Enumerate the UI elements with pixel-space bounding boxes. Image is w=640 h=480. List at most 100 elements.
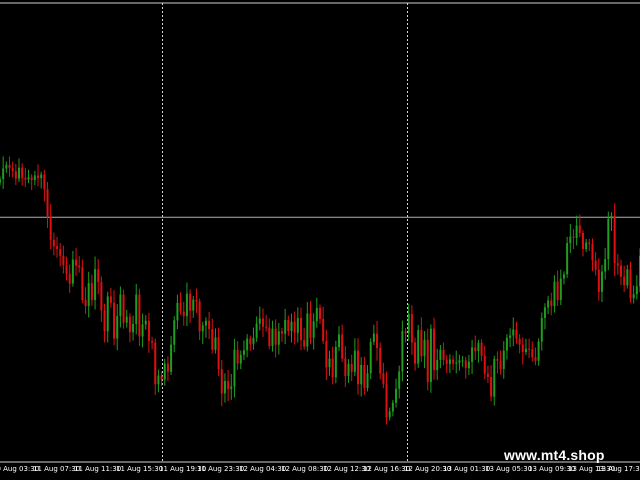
candle-bear xyxy=(52,239,55,247)
candle-bear xyxy=(166,363,169,372)
candle-bull xyxy=(600,271,603,292)
candle-bear xyxy=(37,175,40,179)
x-tick-label: 11 Aug 23:30 xyxy=(197,465,245,473)
candle-bear xyxy=(309,313,312,338)
candle-bear xyxy=(147,320,150,342)
candle-bull xyxy=(398,371,401,389)
candle-bear xyxy=(363,364,366,388)
candle-bull xyxy=(585,242,588,250)
candle-bull xyxy=(372,333,375,342)
candle-bear xyxy=(24,177,27,180)
candle-bear xyxy=(109,296,112,303)
candle-bear xyxy=(410,313,413,343)
candle-bull xyxy=(144,320,147,325)
candlestick-plot[interactable] xyxy=(0,0,640,480)
candle-bull xyxy=(252,337,255,344)
candle-bear xyxy=(376,333,379,348)
candle-bear xyxy=(56,246,59,250)
candle-bull xyxy=(119,294,122,317)
candle-bear xyxy=(629,269,632,299)
candle-bear xyxy=(445,359,448,365)
candle-bull xyxy=(157,375,160,385)
candle-bear xyxy=(556,281,559,301)
candle-bear xyxy=(189,293,192,311)
x-tick-label: 11 Aug 11:30 xyxy=(74,465,122,473)
candle-bull xyxy=(132,324,135,333)
candle-bull xyxy=(239,354,242,364)
candle-bull xyxy=(255,323,258,338)
candle-bear xyxy=(151,341,154,343)
candle-bull xyxy=(338,334,341,347)
price-chart[interactable]: 10 Aug 03:3011 Aug 07:3011 Aug 11:3011 A… xyxy=(0,0,640,480)
candle-bull xyxy=(315,307,318,322)
candle-bear xyxy=(426,339,429,382)
candle-bull xyxy=(192,299,195,311)
candle-bear xyxy=(464,360,467,369)
candle-bull xyxy=(170,344,173,372)
candle-bear xyxy=(572,236,575,238)
candle-bull xyxy=(116,316,119,339)
candle-bull xyxy=(290,321,293,331)
candle-bear xyxy=(122,294,125,323)
candle-bear xyxy=(483,355,486,374)
candle-bear xyxy=(78,265,81,268)
candle-bear xyxy=(268,327,271,347)
candle-bear xyxy=(490,376,493,397)
candle-bull xyxy=(448,359,451,365)
candle-bull xyxy=(27,177,30,180)
candle-bear xyxy=(65,265,68,274)
candle-bull xyxy=(632,294,635,299)
candle-bear xyxy=(81,267,84,301)
candle-bull xyxy=(575,225,578,238)
candle-bull xyxy=(173,320,176,345)
x-tick-label: 12 Aug 04:30 xyxy=(239,465,287,473)
candle-bear xyxy=(303,340,306,347)
candle-bull xyxy=(477,342,480,352)
candle-bull xyxy=(604,259,607,272)
candle-bull xyxy=(312,321,315,338)
candle-bull xyxy=(258,318,261,324)
candle-bear xyxy=(68,273,71,284)
candle-bear xyxy=(331,358,334,378)
candle-bull xyxy=(185,293,188,317)
candle-bull xyxy=(230,386,233,389)
candle-bull xyxy=(33,175,36,181)
candle-bear xyxy=(597,269,600,292)
candle-bear xyxy=(227,381,230,389)
candle-bull xyxy=(509,335,512,338)
candle-bull xyxy=(559,278,562,301)
candle-bull xyxy=(553,281,556,307)
candle-bear xyxy=(75,259,78,266)
candle-bear xyxy=(14,171,17,179)
candle-bull xyxy=(502,350,505,370)
x-tick-label: 13 Aug 05:30 xyxy=(485,465,533,473)
candle-bear xyxy=(8,164,11,169)
candle-bull xyxy=(201,325,204,332)
candle-bull xyxy=(214,337,217,350)
candle-bull xyxy=(360,364,363,385)
candle-bear xyxy=(11,168,14,172)
candle-bull xyxy=(493,358,496,397)
candle-bear xyxy=(534,357,537,361)
candle-bull xyxy=(0,179,1,183)
candle-bull xyxy=(176,302,179,321)
candle-bull xyxy=(423,339,426,357)
candle-bull xyxy=(284,319,287,334)
candle-bull xyxy=(401,331,404,372)
candle-bear xyxy=(588,242,591,244)
x-tick-label: 13 Aug 01:30 xyxy=(443,465,491,473)
candle-bear xyxy=(578,225,581,233)
candle-bear xyxy=(420,329,423,357)
candle-bear xyxy=(46,189,49,217)
candle-bull xyxy=(366,373,369,388)
candle-bull xyxy=(223,381,226,394)
candle-bear xyxy=(236,349,239,364)
candle-bull xyxy=(512,329,515,336)
candle-bull xyxy=(455,362,458,364)
candle-bear xyxy=(480,342,483,356)
candle-bull xyxy=(334,347,337,378)
candle-bear xyxy=(350,364,353,372)
candle-bear xyxy=(198,301,201,332)
candle-bear xyxy=(293,321,296,333)
x-tick-label: 11 Aug 15:30 xyxy=(116,465,164,473)
